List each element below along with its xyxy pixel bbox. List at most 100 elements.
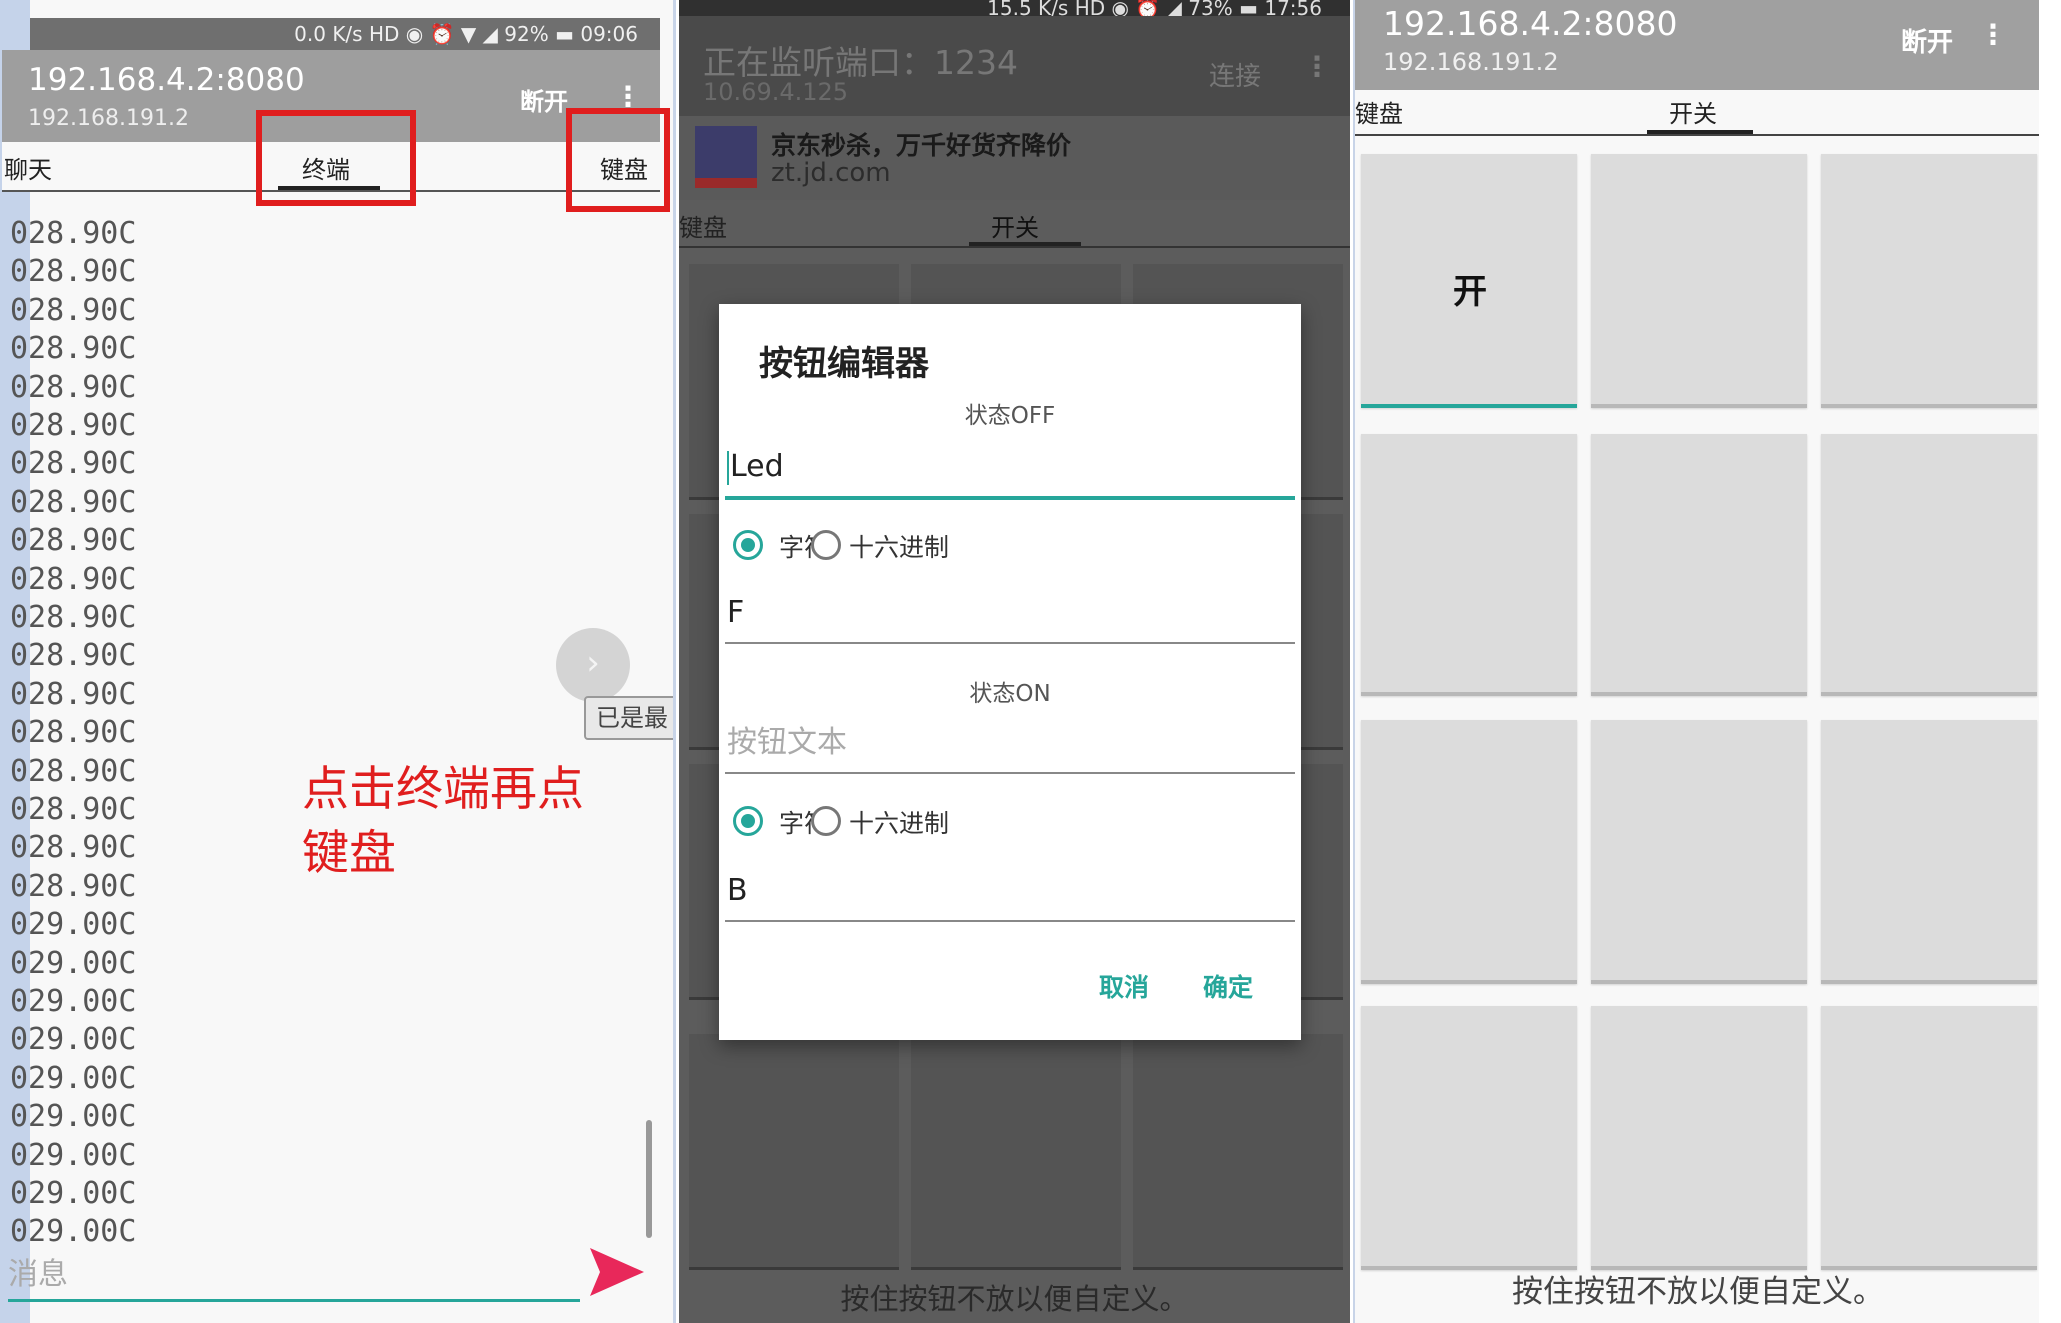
terminal-line: 028.90C <box>10 561 137 597</box>
switch-button[interactable] <box>1821 720 2037 984</box>
terminal-line: 029.00C <box>10 907 137 943</box>
terminal-line: 029.00C <box>10 1137 137 1173</box>
terminal-line: 028.90C <box>10 484 137 520</box>
highlight-box-terminal <box>256 110 416 206</box>
terminal-line: 028.90C <box>10 254 137 290</box>
hint-text: 按住按钮不放以便自定义。 <box>840 1282 1189 1316</box>
switch-screen: 192.168.4.2:8080 192.168.191.2 断开 ⋮ 键盘 开… <box>1353 0 2039 1323</box>
terminal-line: 028.90C <box>10 408 137 443</box>
message-input[interactable]: 消息 <box>8 1252 580 1302</box>
switch-button[interactable] <box>1361 1006 1577 1270</box>
terminal-line: 028.90C <box>10 446 137 482</box>
switch-button[interactable] <box>1361 434 1577 696</box>
status-bar: 0.0 K/s HD ◉ ⏰ ▼ ◢ 92% ▬ 09:06 <box>30 18 660 50</box>
annotation-line: 键盘 <box>302 826 396 881</box>
grid-button[interactable] <box>911 1034 1121 1270</box>
toast-message: 已是最 <box>584 696 673 740</box>
terminal-line: 028.90C <box>10 369 137 405</box>
highlight-box-keyboard <box>566 108 670 212</box>
status-bar: 15.5 K/s HD ◉ ⏰ ◢ 73% ▬ 17:56 <box>679 0 1350 16</box>
app-subtitle: 10.69.4.125 <box>703 78 849 106</box>
off-hex-radio-label: 十六进制 <box>849 533 950 562</box>
tab-switch[interactable]: 开关 <box>1669 94 1717 129</box>
switch-button[interactable]: 开 <box>1361 154 1577 408</box>
cancel-button[interactable]: 取消 <box>1099 968 1149 1004</box>
terminal-line: 029.00C <box>10 1099 137 1135</box>
on-state-label: 状态ON <box>969 681 1051 707</box>
on-text-field[interactable]: 按钮文本 <box>725 720 1295 774</box>
tab-indicator <box>1647 130 1753 134</box>
scrollbar[interactable] <box>646 1120 652 1238</box>
switch-button-label: 开 <box>1453 272 1487 312</box>
off-hex-radio[interactable] <box>811 530 841 560</box>
terminal-line: 029.00C <box>10 945 137 981</box>
terminal-line: 028.90C <box>10 216 137 251</box>
terminal-line: 028.90C <box>10 868 137 904</box>
disconnect-button[interactable]: 断开 <box>1901 22 1953 59</box>
annotation-line: 点击终端再点 <box>302 762 584 817</box>
annotation-text: 点击终端再点 键盘 <box>302 758 584 886</box>
off-text-field[interactable]: Led <box>725 444 1295 500</box>
terminal-line: 029.00C <box>10 1022 137 1058</box>
terminal-line: 028.90C <box>10 676 137 712</box>
tab-indicator <box>969 242 1081 246</box>
terminal-line: 028.90C <box>10 830 137 866</box>
terminal-line: 028.90C <box>10 792 137 827</box>
disconnect-button[interactable]: 断开 <box>520 82 568 117</box>
app-title: 192.168.4.2:8080 <box>28 62 305 98</box>
on-hex-radio-label: 十六进制 <box>849 809 950 838</box>
switch-button[interactable] <box>1591 1006 1807 1270</box>
terminal-line: 028.90C <box>10 715 137 751</box>
terminal-screen: 0.0 K/s HD ◉ ⏰ ▼ ◢ 92% ▬ 09:06 192.168.4… <box>0 0 676 1323</box>
terminal-line: 028.90C <box>10 292 137 328</box>
ad-image <box>695 126 757 188</box>
tab-switch[interactable]: 开关 <box>991 208 1039 243</box>
send-icon[interactable] <box>586 1244 648 1304</box>
tab-bar: 键盘 开关 <box>679 200 1350 248</box>
ok-button[interactable]: 确定 <box>1203 968 1253 1004</box>
switch-button[interactable] <box>1591 434 1807 696</box>
switch-button[interactable] <box>1821 154 2037 408</box>
on-value-field[interactable]: B <box>725 868 1295 922</box>
terminal-line: 029.00C <box>10 1214 137 1250</box>
switch-button[interactable] <box>1361 720 1577 984</box>
off-text-value: Led <box>730 449 784 484</box>
app-title: 192.168.4.2:8080 <box>1383 4 1678 43</box>
grid-button[interactable] <box>689 1034 899 1270</box>
terminal-line: 028.90C <box>10 523 137 559</box>
button-editor-screen: 15.5 K/s HD ◉ ⏰ ◢ 73% ▬ 17:56 正在监听端口：123… <box>679 0 1350 1323</box>
scroll-next-button[interactable]: › <box>556 628 630 702</box>
switch-button[interactable] <box>1591 720 1807 984</box>
tab-keyboard[interactable]: 键盘 <box>679 208 727 243</box>
terminal-line: 029.00C <box>10 984 137 1019</box>
off-char-radio[interactable] <box>733 530 763 560</box>
ad-url: zt.jd.com <box>771 158 891 188</box>
overflow-menu-icon[interactable]: ⋮ <box>1979 18 2007 51</box>
hint-text: 按住按钮不放以便自定义。 <box>1512 1274 1884 1310</box>
button-editor-dialog: 按钮编辑器 状态OFF Led 字符 十六进制 F 状态ON 按钮文本 字符 十… <box>719 304 1301 1040</box>
app-subtitle: 192.168.191.2 <box>1383 48 1559 76</box>
terminal-line: 029.00C <box>10 1176 137 1211</box>
terminal-line: 028.90C <box>10 600 137 635</box>
on-char-radio[interactable] <box>733 806 763 836</box>
on-hex-radio[interactable] <box>811 806 841 836</box>
dialog-title: 按钮编辑器 <box>759 344 929 384</box>
tab-keyboard[interactable]: 键盘 <box>1355 94 1403 129</box>
terminal-line: 028.90C <box>10 638 137 674</box>
app-title: 正在监听端口：1234 <box>703 43 1018 82</box>
terminal-line: 029.00C <box>10 1060 137 1096</box>
connect-button[interactable]: 连接 <box>1209 56 1261 93</box>
terminal-line: 028.90C <box>10 331 137 367</box>
grid-button[interactable] <box>1133 1034 1343 1270</box>
switch-button[interactable] <box>1821 434 2037 696</box>
tab-chat[interactable]: 聊天 <box>4 150 52 185</box>
overflow-menu-icon[interactable]: ⋮ <box>1303 50 1331 83</box>
switch-button[interactable] <box>1591 154 1807 408</box>
ad-title: 京东秒杀，万千好货齐降价 <box>771 131 1072 160</box>
text-cursor <box>727 450 729 485</box>
off-value-field[interactable]: F <box>725 590 1295 644</box>
app-subtitle: 192.168.191.2 <box>28 106 189 131</box>
terminal-line: 028.90C <box>10 753 137 789</box>
chevron-right-icon: › <box>586 643 600 683</box>
switch-button[interactable] <box>1821 1006 2037 1270</box>
